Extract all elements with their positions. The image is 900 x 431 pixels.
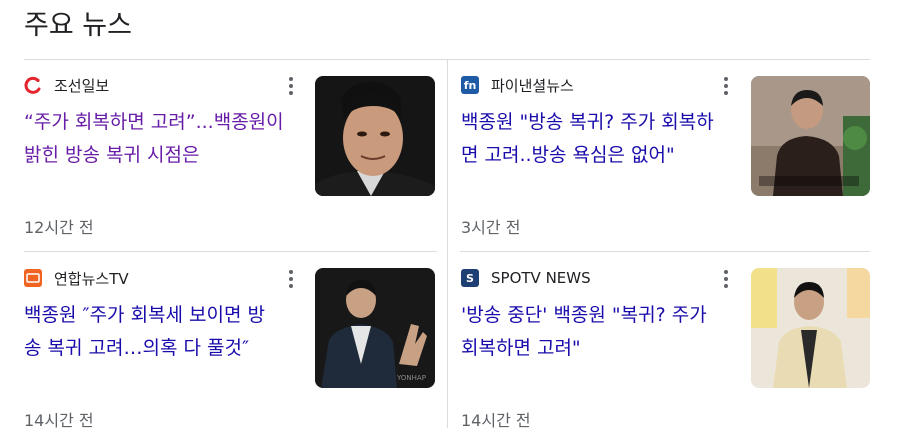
source-name: 연합뉴스TV <box>54 269 129 288</box>
headline-link[interactable]: “주가 회복하면 고려”...백종원이 밝힌 방송 복귀 시점은 <box>24 106 284 172</box>
more-options-icon[interactable] <box>716 75 736 97</box>
news-thumbnail[interactable] <box>751 268 870 388</box>
timestamp: 14시간 전 <box>461 411 531 430</box>
publisher-logo-icon <box>24 269 42 287</box>
divider <box>447 60 448 428</box>
svg-text:YONHAP: YONHAP <box>396 374 426 382</box>
news-thumbnail[interactable] <box>315 76 435 196</box>
publisher-logo-icon: S <box>461 269 479 287</box>
section-title: 주요 뉴스 <box>24 10 132 41</box>
timestamp: 14시간 전 <box>24 411 94 430</box>
source-name: SPOTV NEWS <box>491 269 591 287</box>
headline-link[interactable]: '방송 중단' 백종원 "복귀? 주가 회복하면 고려" <box>461 299 707 365</box>
divider <box>460 251 870 252</box>
news-thumbnail[interactable] <box>751 76 870 196</box>
news-source[interactable]: 조선일보 <box>24 74 109 96</box>
source-name: 파이낸셜뉴스 <box>491 76 574 95</box>
news-source[interactable]: 연합뉴스TV <box>24 267 129 289</box>
news-thumbnail[interactable]: YONHAP <box>315 268 435 388</box>
headline-link[interactable]: 백종원 "방송 복귀? 주가 회복하 면 고려..방송 욕심은 없어" <box>461 106 714 172</box>
news-card[interactable]: 연합뉴스TV 백종원 ″주가 회복세 보이면 방 송 복귀 고려…의혹 다 풀것… <box>24 267 436 430</box>
publisher-logo-icon <box>24 76 42 94</box>
news-card[interactable]: fn 파이낸셜뉴스 백종원 "방송 복귀? 주가 회복하 면 고려..방송 욕심… <box>461 74 871 244</box>
news-card[interactable]: 조선일보 “주가 회복하면 고려”...백종원이 밝힌 방송 복귀 시점은 12… <box>24 74 436 244</box>
publisher-logo-icon: fn <box>461 76 479 94</box>
divider <box>24 251 437 252</box>
source-name: 조선일보 <box>54 76 110 95</box>
timestamp: 3시간 전 <box>461 218 521 237</box>
more-options-icon[interactable] <box>281 75 301 97</box>
news-source[interactable]: fn 파이낸셜뉴스 <box>461 74 574 96</box>
news-source[interactable]: S SPOTV NEWS <box>461 267 591 289</box>
timestamp: 12시간 전 <box>24 218 94 237</box>
headline-link[interactable]: 백종원 ″주가 회복세 보이면 방 송 복귀 고려…의혹 다 풀것″ <box>24 299 265 365</box>
more-options-icon[interactable] <box>281 268 301 290</box>
news-card[interactable]: S SPOTV NEWS '방송 중단' 백종원 "복귀? 주가 회복하면 고려… <box>461 267 871 430</box>
more-options-icon[interactable] <box>716 268 736 290</box>
